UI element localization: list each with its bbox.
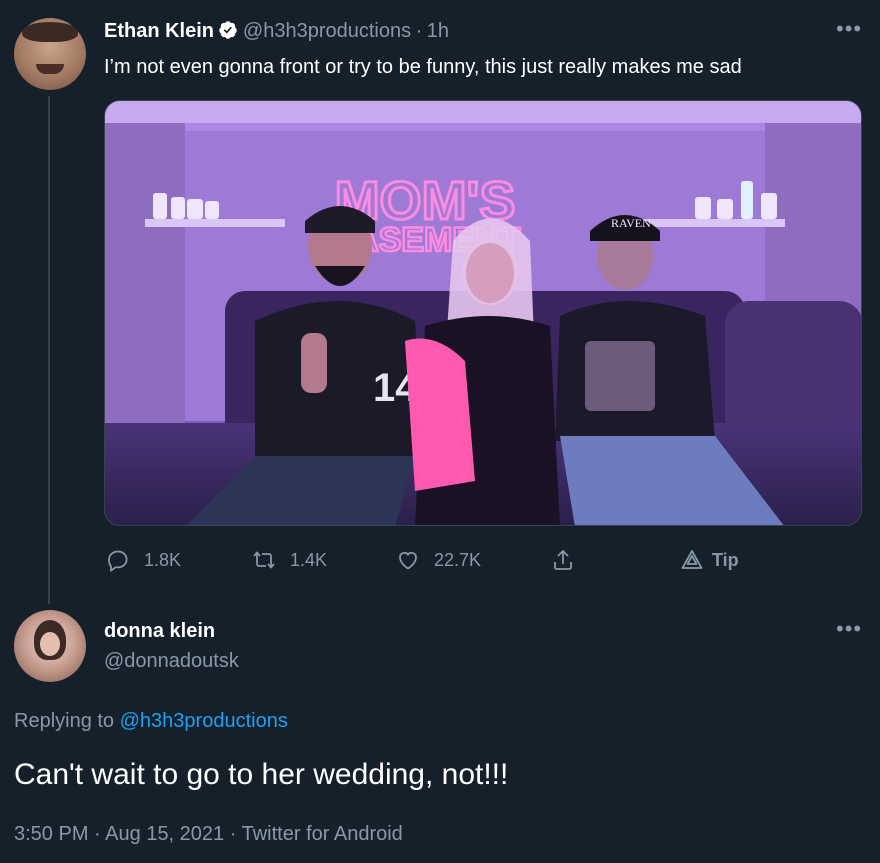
replying-to-line: Replying to @h3h3productions (14, 710, 288, 733)
header-separator: · (415, 20, 423, 42)
reply-text: Can't wait to go to her wedding, not!!! (14, 758, 509, 791)
thread-connector-line (48, 96, 50, 604)
tip-action[interactable]: Tip (680, 548, 739, 572)
hat-text: RAVEN (611, 216, 651, 230)
reply-action[interactable]: 1.8K (106, 548, 181, 572)
replying-to-prefix: Replying to (14, 710, 115, 732)
retweet-count: 1.4K (290, 549, 328, 570)
tweet-media-image[interactable]: MOM'S BASEMENT 14 RAVEN (104, 100, 862, 526)
meta-separator-2: · (229, 823, 237, 845)
reply-metadata: 3:50 PM · Aug 15, 2021 · Twitter for And… (14, 823, 403, 846)
replying-to-handle-link[interactable]: @h3h3productions (120, 710, 288, 732)
tip-label: Tip (712, 549, 739, 570)
retweet-action[interactable]: 1.4K (252, 548, 327, 572)
meta-separator-1: · (94, 823, 101, 845)
author-handle[interactable]: @h3h3productions (243, 20, 411, 42)
retweet-icon (253, 551, 275, 569)
tweet-time[interactable]: 1h (427, 20, 449, 42)
more-options-icon[interactable]: ••• (836, 16, 862, 42)
like-count: 22.7K (434, 549, 482, 570)
tip-icon (681, 550, 703, 569)
reply-time[interactable]: 3:50 PM (14, 823, 88, 845)
reply-source[interactable]: Twitter for Android (242, 823, 403, 845)
heart-icon (399, 551, 417, 570)
like-action[interactable]: 22.7K (396, 548, 481, 572)
reply-author-handle[interactable]: @donnadoutsk (104, 650, 239, 673)
reply-date[interactable]: Aug 15, 2021 (105, 823, 224, 845)
photo-illustration: MOM'S BASEMENT 14 RAVEN (105, 101, 861, 525)
verified-badge-icon (218, 20, 238, 40)
reply-more-options-icon[interactable]: ••• (836, 616, 862, 642)
tweet-text: I’m not even gonna front or try to be fu… (104, 56, 742, 78)
reply-icon (108, 550, 128, 572)
reply-author-name[interactable]: donna klein (104, 620, 215, 643)
avatar-donna-klein[interactable] (14, 610, 86, 682)
avatar-ethan-klein[interactable] (14, 18, 86, 90)
author-name[interactable]: Ethan Klein (104, 20, 214, 42)
tweet-header: Ethan Klein @h3h3productions · 1h (104, 20, 449, 43)
share-action[interactable] (551, 548, 575, 572)
share-icon (554, 550, 572, 570)
reply-count: 1.8K (144, 549, 182, 570)
